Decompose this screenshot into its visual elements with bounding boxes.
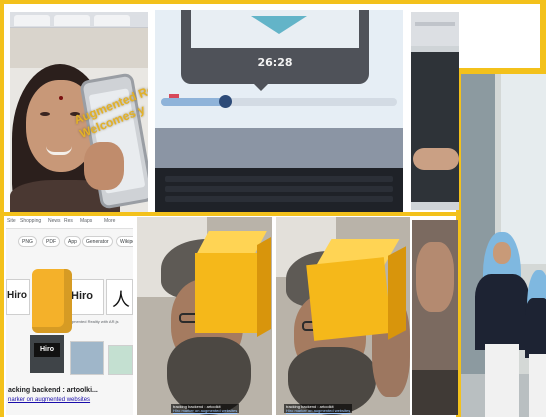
filter-chip[interactable]: Wikipedia xyxy=(116,236,133,247)
participant-tile-hand xyxy=(412,220,458,415)
image-result-card[interactable]: Hiro xyxy=(6,279,30,315)
laptop-keyboard xyxy=(155,168,403,212)
eye xyxy=(40,112,50,116)
hand xyxy=(84,142,124,190)
ar-cube-overlay xyxy=(32,269,72,333)
browser-tab xyxy=(94,15,130,26)
nav-item[interactable]: More xyxy=(104,218,115,224)
preview-thumbnail xyxy=(191,10,359,48)
image-result-card[interactable]: Hiro xyxy=(30,335,64,373)
pants xyxy=(529,354,546,417)
nav-item[interactable]: Site xyxy=(7,218,16,224)
cube-side xyxy=(388,246,406,340)
hiro-marker-text: Hiro xyxy=(7,290,27,301)
key-row xyxy=(165,196,393,202)
search-nav-bar: Site Shopping News Res Maps More xyxy=(6,217,133,229)
finger xyxy=(413,148,459,170)
cube-front xyxy=(195,253,257,333)
browser-tab xyxy=(14,15,50,26)
filter-chip[interactable]: PDF xyxy=(42,236,60,247)
video-progress-fill xyxy=(161,98,225,106)
participant-tile-search: Site Shopping News Res Maps More PNG PDF… xyxy=(6,217,133,415)
sleeve xyxy=(412,370,458,415)
image-result-card[interactable]: 人 xyxy=(106,279,133,315)
frame-top xyxy=(0,0,546,4)
browser-bar xyxy=(411,12,459,46)
key-row xyxy=(165,176,393,182)
video-caption: tracking backend : artoolkit Hiro marker… xyxy=(284,404,353,413)
kanji-marker-glyph: 人 xyxy=(112,290,130,311)
preview-shape xyxy=(251,16,307,34)
face xyxy=(493,242,511,264)
frame-mid-horizontal xyxy=(0,212,461,216)
filter-chip[interactable]: PNG xyxy=(18,236,37,247)
timestamp-label: 26:28 xyxy=(257,56,293,69)
video-caption: tracking backend : artoolkit Hiro marker… xyxy=(171,404,240,413)
result-snippet: Augmented Reality with AR.js xyxy=(66,319,119,324)
bindi xyxy=(59,96,63,100)
nav-item[interactable]: Maps xyxy=(80,218,92,224)
caption-link[interactable]: Hiro marker on augmented websites xyxy=(173,408,237,413)
nav-item[interactable]: News xyxy=(48,218,61,224)
participant-tile-man-2: tracking backend : artoolkit Hiro marker… xyxy=(276,217,410,415)
caption-link[interactable]: Hiro marker on augmented websites xyxy=(286,408,350,413)
participant-tile-students xyxy=(461,74,546,417)
participant-tile-laptop-timer: 26:28 xyxy=(155,10,403,212)
thumb xyxy=(416,242,454,312)
result-title: acking backend : artoolki... xyxy=(8,387,98,394)
participant-tile-man-1: tracking backend : artoolkit Hiro marker… xyxy=(137,217,272,415)
participant-tile-selfie: Augmented Re Welcomes y xyxy=(10,12,148,212)
filter-chip[interactable]: App xyxy=(64,236,81,247)
dark-screen xyxy=(411,52,459,202)
nav-item[interactable]: Res xyxy=(64,218,73,224)
video-preview-popup: 26:28 xyxy=(181,10,369,84)
image-result-card[interactable] xyxy=(108,345,133,375)
browser-tab xyxy=(54,15,90,26)
address-line xyxy=(415,22,455,26)
hiro-marker-text: Hiro xyxy=(34,343,60,357)
popup-tail xyxy=(252,82,270,91)
nav-item[interactable]: Shopping xyxy=(20,218,41,224)
coat xyxy=(475,274,529,350)
background-wall xyxy=(10,28,148,68)
image-result-card[interactable] xyxy=(70,341,104,375)
coat xyxy=(525,298,546,358)
video-progress-bar[interactable] xyxy=(161,95,397,108)
frame-right-top xyxy=(540,0,546,74)
filter-chip[interactable]: Generator xyxy=(82,236,113,247)
pants xyxy=(485,344,519,417)
result-link[interactable]: narker on augmented websites xyxy=(8,397,90,403)
scrubber-handle[interactable] xyxy=(218,95,232,108)
key-row xyxy=(165,186,393,192)
ar-cube xyxy=(195,231,272,349)
browser-tab-bar xyxy=(10,12,148,28)
frame-left xyxy=(0,0,4,417)
participant-tile-screen xyxy=(411,12,459,210)
cube-side xyxy=(257,236,271,338)
hiro-marker-text: Hiro xyxy=(71,290,93,302)
ar-cube xyxy=(306,239,410,349)
laptop-bezel xyxy=(155,128,403,168)
cube-front xyxy=(306,257,392,341)
